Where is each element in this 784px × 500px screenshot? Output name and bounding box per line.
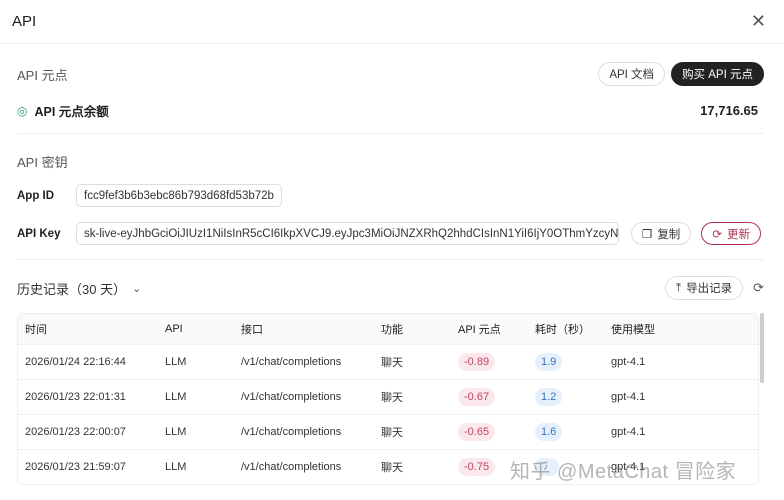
reload-icon[interactable]: ⟳ <box>753 280 764 296</box>
cell-duration <box>528 448 604 484</box>
cell-endpoint: /v1/chat/completions <box>234 343 374 379</box>
cell-duration: 1.2 <box>528 378 604 414</box>
points-badge: -0.65 <box>458 422 496 441</box>
cell-model: gpt-4.1 <box>604 343 758 379</box>
balance-row: ◎ API 元点余额 17,716.65 <box>17 101 758 120</box>
duration-badge: 1.6 <box>535 422 563 441</box>
cell-duration: 1.9 <box>528 343 604 379</box>
history-table: 时间 API 接口 功能 API 元点 耗时（秒） 使用模型 2026/01/2… <box>17 313 759 485</box>
divider <box>17 133 764 134</box>
api-docs-button[interactable]: API 文档 <box>598 62 666 86</box>
table-row: 2026/01/23 22:00:07 LLM/v1/chat/completio… <box>18 413 758 449</box>
cell-model: gpt-4.1 <box>604 413 758 449</box>
balance-label: API 元点余额 <box>34 105 109 119</box>
points-badge: -0.75 <box>458 457 496 476</box>
cell-points: -0.75 <box>451 448 528 484</box>
col-duration: 耗时（秒） <box>528 314 604 344</box>
col-function: 功能 <box>374 314 451 344</box>
buy-points-button[interactable]: 购买 API 元点 <box>671 62 764 86</box>
app-id-label: App ID <box>17 189 55 202</box>
points-header: API 元点 API 文档 购买 API 元点 <box>17 62 764 86</box>
points-badge: -0.67 <box>458 387 496 406</box>
cell-function: 聊天 <box>374 413 451 449</box>
export-button[interactable]: ⤒ 导出记录 <box>665 276 744 300</box>
cell-time: 2026/01/23 22:00:07 <box>18 413 158 449</box>
api-key-field[interactable]: sk-live-eyJhbGciOiJIUzI1NiIsInR5cCI6IkpX… <box>76 222 619 245</box>
dialog-header: API ✕ <box>0 0 784 44</box>
balance-value: 17,716.65 <box>700 103 758 118</box>
refresh-key-button[interactable]: ⟳ 更新 <box>701 222 761 245</box>
col-endpoint: 接口 <box>234 314 374 344</box>
duration-badge: 1.9 <box>535 352 563 371</box>
duration-badge <box>535 457 560 476</box>
refresh-icon: ⟳ <box>712 228 722 241</box>
cell-endpoint: /v1/chat/completions <box>234 448 374 484</box>
history-header: 历史记录（30 天） ⌄ ⤒ 导出记录 ⟳ <box>17 276 764 300</box>
dialog-title: API <box>12 13 37 30</box>
app-id-row: App ID fcc9fef3b6b3ebc86b793d68fd53b72b <box>17 184 282 207</box>
table-row: 2026/01/23 22:01:31 LLM/v1/chat/completio… <box>18 378 758 414</box>
cell-time: 2026/01/23 22:01:31 <box>18 378 158 414</box>
cell-time: 2026/01/23 21:59:07 <box>18 448 158 484</box>
cell-function: 聊天 <box>374 343 451 379</box>
col-time: 时间 <box>18 314 158 344</box>
divider <box>17 259 764 260</box>
copy-label: 复制 <box>657 228 681 241</box>
app-id-field[interactable]: fcc9fef3b6b3ebc86b793d68fd53b72b <box>76 184 282 207</box>
cell-api: LLM <box>158 448 234 484</box>
history-title[interactable]: 历史记录（30 天） <box>17 279 126 298</box>
keys-section-title: API 密钥 <box>17 155 68 170</box>
cell-endpoint: /v1/chat/completions <box>234 378 374 414</box>
table-row: 2026/01/23 21:59:07 LLM/v1/chat/completio… <box>18 448 758 484</box>
cell-points: -0.89 <box>451 343 528 379</box>
upload-icon: ⤒ <box>676 281 682 294</box>
cell-model: gpt-4.1 <box>604 448 758 484</box>
cell-duration: 1.6 <box>528 413 604 449</box>
cell-points: -0.67 <box>451 378 528 414</box>
export-label: 导出记录 <box>686 283 733 295</box>
copy-icon: ❐ <box>642 228 653 241</box>
cell-time: 2026/01/24 22:16:44 <box>18 343 158 379</box>
cell-api: LLM <box>158 413 234 449</box>
table-row: 2026/01/24 22:16:44 LLM/v1/chat/completio… <box>18 343 758 379</box>
cell-function: 聊天 <box>374 448 451 484</box>
cell-endpoint: /v1/chat/completions <box>234 413 374 449</box>
col-points: API 元点 <box>451 314 528 344</box>
api-key-row: API Key sk-live-eyJhbGciOiJIUzI1NiIsInR5… <box>17 222 764 245</box>
refresh-label: 更新 <box>726 228 750 241</box>
cell-model: gpt-4.1 <box>604 378 758 414</box>
cell-points: -0.65 <box>451 413 528 449</box>
bulb-icon: ◎ <box>17 103 28 118</box>
close-icon[interactable]: ✕ <box>751 11 766 32</box>
cell-api: LLM <box>158 378 234 414</box>
scrollbar[interactable] <box>760 313 764 383</box>
api-key-label: API Key <box>17 227 61 240</box>
copy-button[interactable]: ❐ 复制 <box>631 222 692 245</box>
col-api: API <box>158 314 234 344</box>
table-header: 时间 API 接口 功能 API 元点 耗时（秒） 使用模型 <box>18 314 758 344</box>
col-model: 使用模型 <box>604 314 758 344</box>
cell-api: LLM <box>158 343 234 379</box>
points-section-title: API 元点 <box>17 67 68 83</box>
points-badge: -0.89 <box>458 352 496 371</box>
cell-function: 聊天 <box>374 378 451 414</box>
duration-badge: 1.2 <box>535 387 563 406</box>
chevron-down-icon[interactable]: ⌄ <box>132 282 141 295</box>
